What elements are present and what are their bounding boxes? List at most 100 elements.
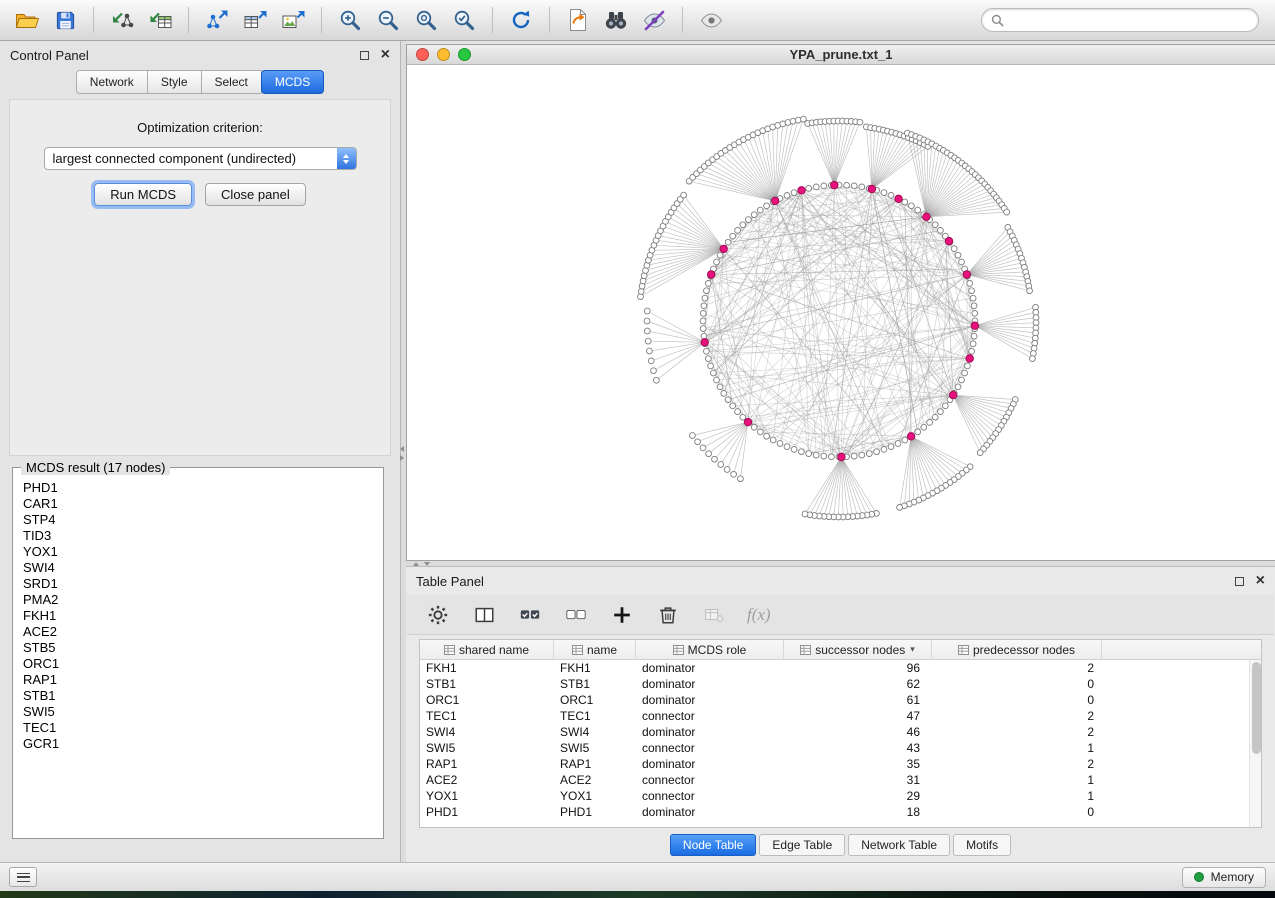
- network-node[interactable]: [859, 452, 865, 458]
- network-leaf-node[interactable]: [712, 456, 718, 462]
- network-node[interactable]: [740, 414, 746, 420]
- table-row[interactable]: SWI4SWI4dominator462: [420, 724, 1249, 740]
- hide-annotations-button[interactable]: [637, 4, 671, 36]
- zoom-out-button[interactable]: [371, 4, 405, 36]
- table-row[interactable]: TEC1TEC1connector472: [420, 708, 1249, 724]
- tab-edge-table[interactable]: Edge Table: [759, 834, 845, 856]
- criterion-select[interactable]: largest connected component (undirected): [44, 147, 357, 170]
- tab-node-table[interactable]: Node Table: [670, 834, 757, 856]
- add-row-button[interactable]: [609, 602, 635, 628]
- network-leaf-node[interactable]: [651, 368, 657, 374]
- network-leaf-node[interactable]: [648, 358, 654, 364]
- network-node[interactable]: [784, 444, 790, 450]
- network-node[interactable]: [717, 384, 723, 390]
- zoom-in-button[interactable]: [333, 4, 367, 36]
- network-hub-node[interactable]: [868, 185, 875, 192]
- show-columns-button[interactable]: [471, 602, 497, 628]
- show-graphics-details-button[interactable]: [694, 4, 728, 36]
- maximize-window-button[interactable]: [458, 48, 471, 61]
- deselect-all-rows-button[interactable]: [563, 602, 589, 628]
- network-node[interactable]: [757, 207, 763, 213]
- network-hub-node[interactable]: [744, 418, 751, 425]
- table-row[interactable]: RAP1RAP1dominator352: [420, 756, 1249, 772]
- table-row[interactable]: STB1STB1dominator620: [420, 676, 1249, 692]
- network-node[interactable]: [791, 190, 797, 196]
- network-node[interactable]: [751, 424, 757, 430]
- network-node[interactable]: [921, 424, 927, 430]
- network-hub-node[interactable]: [720, 245, 727, 252]
- network-node[interactable]: [932, 222, 938, 228]
- network-node[interactable]: [970, 295, 976, 301]
- run-mcds-button[interactable]: Run MCDS: [94, 183, 192, 206]
- network-node[interactable]: [735, 409, 741, 415]
- network-node[interactable]: [777, 441, 783, 447]
- table-row[interactable]: PHD1PHD1dominator180: [420, 804, 1249, 820]
- table-scrollbar[interactable]: [1249, 660, 1261, 827]
- mcds-result-item[interactable]: GCR1: [23, 736, 380, 752]
- zoom-selected-button[interactable]: [447, 4, 481, 36]
- network-node[interactable]: [851, 453, 857, 459]
- mcds-result-item[interactable]: TID3: [23, 528, 380, 544]
- mcds-result-item[interactable]: TEC1: [23, 720, 380, 736]
- export-table-button[interactable]: [238, 4, 272, 36]
- network-node[interactable]: [971, 333, 977, 339]
- tab-mcds[interactable]: MCDS: [261, 70, 324, 94]
- column-header-shared-name[interactable]: shared name: [420, 640, 554, 659]
- network-leaf-node[interactable]: [645, 338, 651, 344]
- network-node[interactable]: [942, 403, 948, 409]
- network-node[interactable]: [888, 444, 894, 450]
- export-image-button[interactable]: [276, 4, 310, 36]
- mcds-result-item[interactable]: ORC1: [23, 656, 380, 672]
- network-leaf-node[interactable]: [681, 192, 687, 198]
- export-network-button[interactable]: [200, 4, 234, 36]
- network-node[interactable]: [859, 184, 865, 190]
- network-hub-node[interactable]: [907, 433, 914, 440]
- refresh-view-button[interactable]: [504, 4, 538, 36]
- network-node[interactable]: [955, 384, 961, 390]
- network-node[interactable]: [938, 228, 944, 234]
- mcds-result-item[interactable]: RAP1: [23, 672, 380, 688]
- network-node[interactable]: [909, 203, 915, 209]
- table-row[interactable]: SWI5SWI5connector431: [420, 740, 1249, 756]
- network-node[interactable]: [746, 217, 752, 223]
- network-leaf-node[interactable]: [731, 471, 737, 477]
- share-document-button[interactable]: [561, 4, 595, 36]
- status-list-button[interactable]: [9, 867, 37, 887]
- network-node[interactable]: [714, 377, 720, 383]
- network-node[interactable]: [927, 420, 933, 426]
- network-node[interactable]: [721, 391, 727, 397]
- network-node[interactable]: [757, 429, 763, 435]
- network-node[interactable]: [705, 356, 711, 362]
- network-node[interactable]: [915, 207, 921, 213]
- network-node[interactable]: [902, 199, 908, 205]
- network-hub-node[interactable]: [895, 195, 902, 202]
- network-leaf-node[interactable]: [802, 511, 808, 517]
- network-leaf-node[interactable]: [897, 505, 903, 511]
- tab-motifs[interactable]: Motifs: [953, 834, 1011, 856]
- minimize-window-button[interactable]: [437, 48, 450, 61]
- network-node[interactable]: [881, 447, 887, 453]
- network-hub-node[interactable]: [701, 339, 708, 346]
- network-leaf-node[interactable]: [1004, 209, 1010, 215]
- mcds-result-item[interactable]: STB5: [23, 640, 380, 656]
- network-node[interactable]: [969, 348, 975, 354]
- network-node[interactable]: [784, 193, 790, 199]
- network-hub-node[interactable]: [963, 271, 970, 278]
- mcds-result-item[interactable]: SWI5: [23, 704, 380, 720]
- network-node[interactable]: [967, 281, 973, 287]
- network-node[interactable]: [821, 453, 827, 459]
- network-node[interactable]: [725, 397, 731, 403]
- network-node[interactable]: [700, 318, 706, 324]
- network-hub-node[interactable]: [949, 391, 956, 398]
- network-node[interactable]: [806, 451, 812, 457]
- import-table-disabled-button[interactable]: [701, 602, 727, 628]
- network-node[interactable]: [705, 281, 711, 287]
- network-node[interactable]: [895, 441, 901, 447]
- network-node[interactable]: [915, 429, 921, 435]
- network-node[interactable]: [764, 433, 770, 439]
- network-hub-node[interactable]: [838, 453, 845, 460]
- open-file-button[interactable]: [10, 4, 44, 36]
- network-node[interactable]: [704, 348, 710, 354]
- network-hub-node[interactable]: [971, 322, 978, 329]
- network-leaf-node[interactable]: [654, 377, 660, 383]
